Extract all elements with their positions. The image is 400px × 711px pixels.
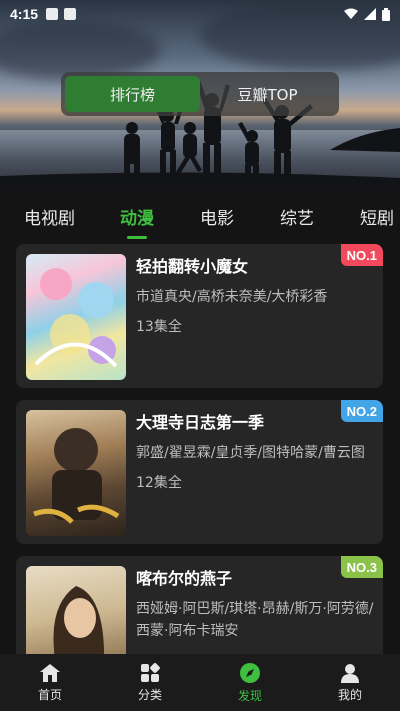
nav-profile[interactable]: 我的: [300, 654, 400, 711]
item-cast: 西娅姆·阿巴斯/琪塔·昂赫/斯万·阿劳德/西蒙·阿布卡瑞安: [136, 601, 374, 639]
tab-short-drama[interactable]: 短剧: [360, 204, 394, 229]
tab-tv-series[interactable]: 电视剧: [24, 204, 75, 229]
toggle-ranking[interactable]: 排行榜: [65, 76, 200, 112]
gallery-notification-icon: [46, 8, 59, 20]
active-tab-indicator: [127, 235, 147, 239]
toggle-douban-top[interactable]: 豆瓣TOP: [200, 76, 335, 112]
hero-banner: 4:15 排行榜 豆瓣TOP: [0, 0, 400, 190]
poster-image: [26, 566, 126, 654]
rank-badge: NO.3: [340, 556, 383, 578]
battery-icon: [382, 7, 390, 21]
category-tabs: 电视剧 动漫 电影 综艺 短剧: [0, 192, 400, 240]
signal-icon: [364, 8, 376, 20]
nav-discover[interactable]: 发现: [200, 654, 300, 711]
bottom-navigation: 首页 分类 发现 我的: [0, 654, 400, 711]
item-cast: 郭盛/翟昱霖/皇贞季/图特哈蒙/曹云图: [136, 445, 365, 461]
list-item[interactable]: 大理寺日志第一季 郭盛/翟昱霖/皇贞季/图特哈蒙/曹云图 12集全 NO.2: [16, 400, 383, 544]
app-notification-icon: [64, 8, 77, 20]
nav-home[interactable]: 首页: [0, 654, 100, 711]
user-icon: [341, 663, 359, 683]
item-episodes: 12集全: [136, 475, 182, 491]
item-cast: 市道真央/高桥未奈美/大桥彩香: [136, 289, 328, 305]
rank-badge: NO.2: [340, 400, 383, 422]
tab-anime[interactable]: 动漫: [120, 204, 154, 239]
item-title: 喀布尔的燕子: [136, 569, 233, 588]
compass-icon: [240, 662, 260, 683]
poster-image: [26, 254, 126, 380]
poster-image: [26, 410, 126, 536]
item-episodes: 13集全: [136, 319, 182, 335]
wifi-icon: [344, 8, 358, 19]
status-time: 4:15: [10, 6, 39, 22]
home-icon: [40, 663, 60, 682]
nav-category[interactable]: 分类: [100, 654, 200, 711]
item-title: 大理寺日志第一季: [136, 413, 265, 432]
tab-movie[interactable]: 电影: [200, 204, 234, 229]
status-bar: 4:15: [0, 0, 400, 28]
tab-variety[interactable]: 综艺: [280, 204, 314, 229]
item-title: 轻拍翻转小魔女: [136, 257, 249, 276]
category-icon: [141, 662, 160, 682]
list-item[interactable]: 喀布尔的燕子 西娅姆·阿巴斯/琪塔·昂赫/斯万·阿劳德/西蒙·阿布卡瑞安 NO.…: [16, 556, 383, 654]
list-item[interactable]: 轻拍翻转小魔女 市道真央/高桥未奈美/大桥彩香 13集全 NO.1: [16, 244, 383, 388]
ranking-list: 轻拍翻转小魔女 市道真央/高桥未奈美/大桥彩香 13集全 NO.1 大理寺日志第…: [0, 244, 400, 654]
rank-badge: NO.1: [340, 244, 383, 266]
ranking-toggle: 排行榜 豆瓣TOP: [61, 72, 339, 116]
